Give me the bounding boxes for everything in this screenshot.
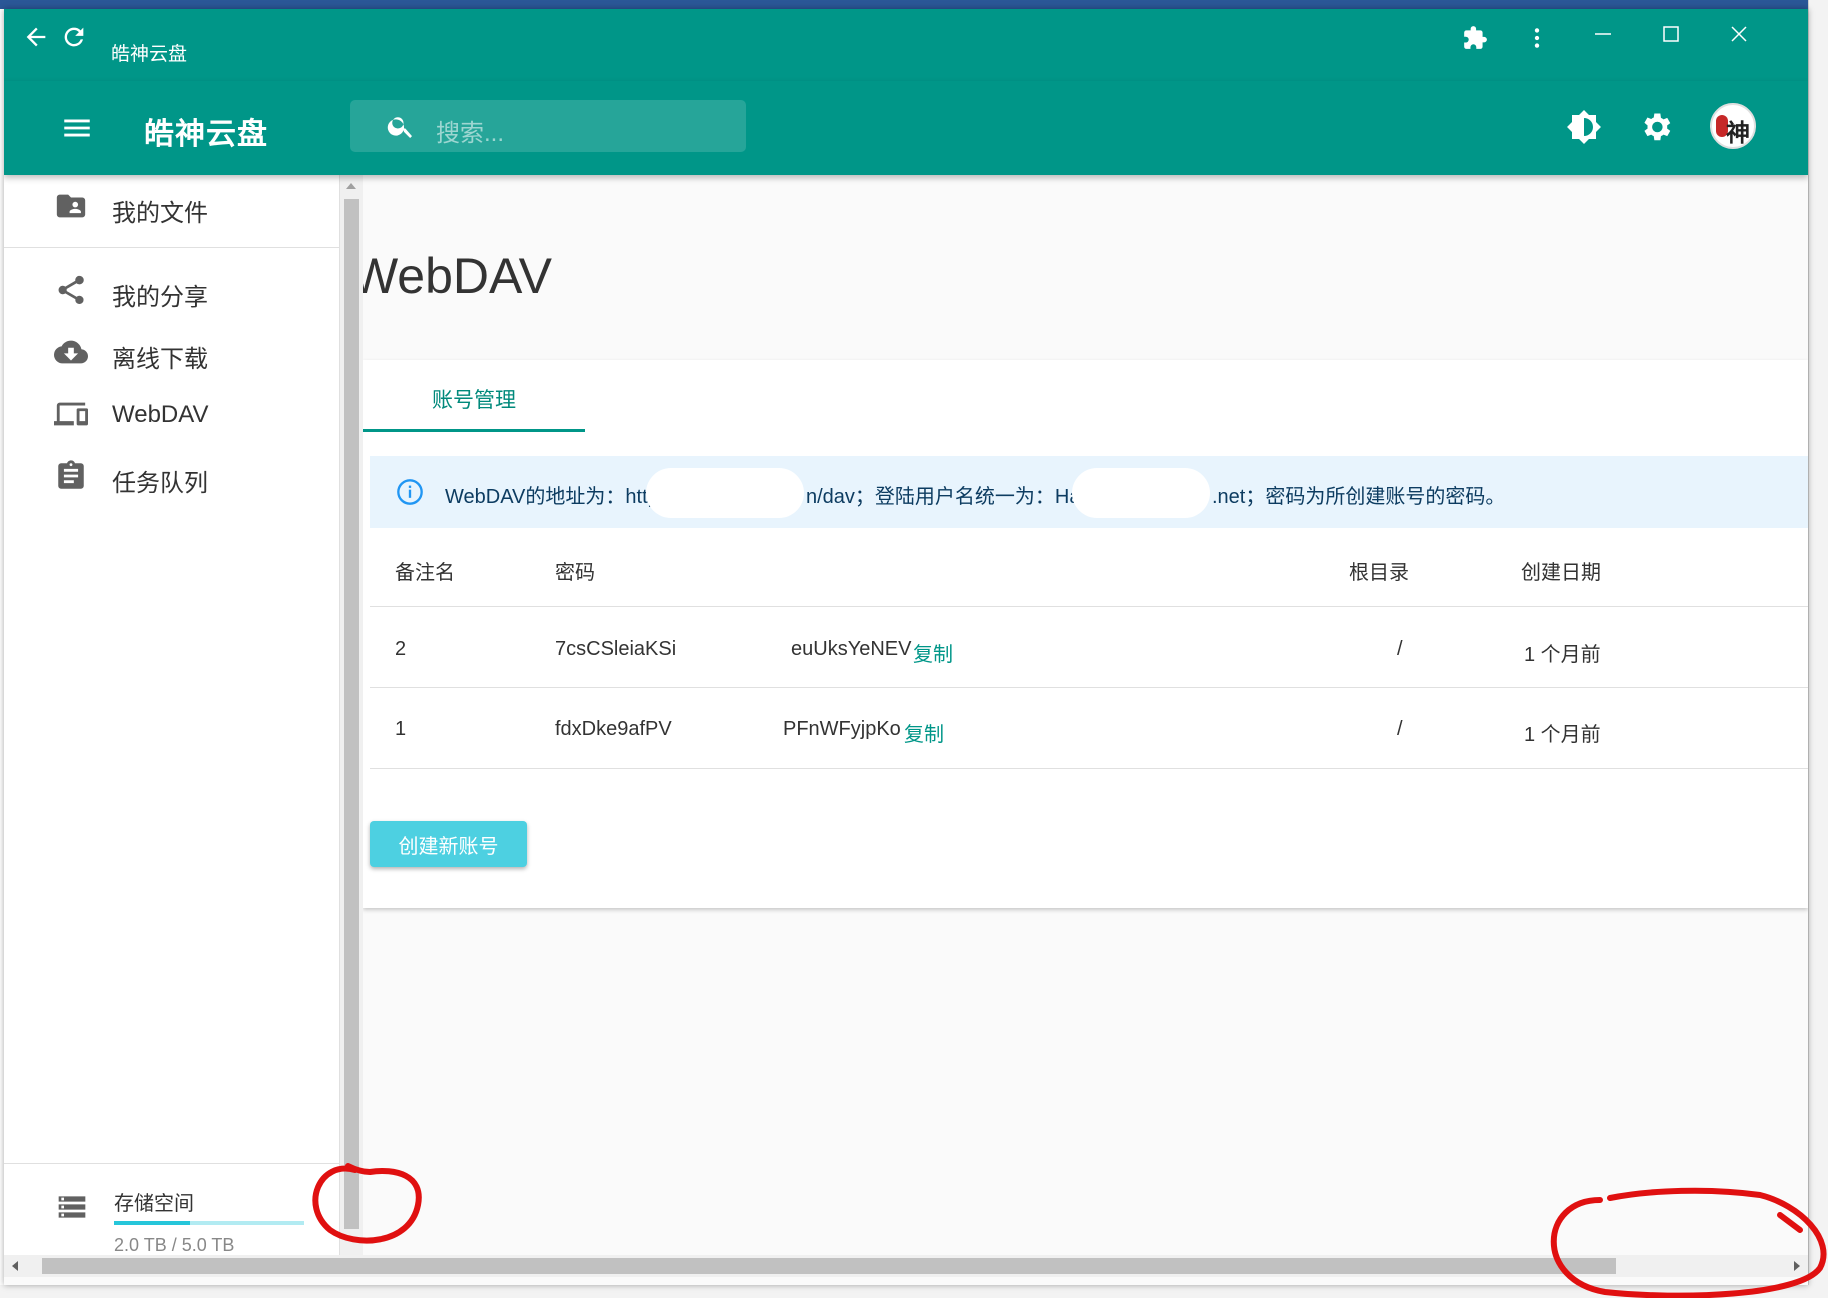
info-text-part3: .net；密码为所创建账号的密码。 xyxy=(1212,486,1506,508)
app-bar: 皓神云盘 搜索... 神 xyxy=(4,81,1808,175)
redaction-mark xyxy=(1072,468,1210,518)
table-divider xyxy=(370,606,1808,607)
sidebar-item-label: 离线下载 xyxy=(112,346,208,373)
table-cell-name: 2 xyxy=(395,638,407,660)
background-window-bottom xyxy=(0,1285,1828,1298)
sidebar-item-my-shares[interactable]: 我的分享 xyxy=(4,259,340,321)
settings-icon[interactable] xyxy=(1638,109,1674,145)
close-icon[interactable] xyxy=(1728,23,1750,45)
brightness-icon[interactable] xyxy=(1566,109,1602,145)
table-cell-name: 1 xyxy=(395,718,407,740)
refresh-icon[interactable] xyxy=(60,23,88,51)
table-cell-root: / xyxy=(1397,638,1403,660)
table-divider xyxy=(370,768,1808,769)
background-window xyxy=(1808,0,1828,1298)
table-cell-password-right: PFnWFyjpKo xyxy=(783,718,901,740)
table-header-name: 备注名 xyxy=(395,562,455,584)
horizontal-scrollbar[interactable] xyxy=(4,1255,1808,1277)
scrollbar-thumb[interactable] xyxy=(344,199,359,1229)
sidebar-item-label: WebDAV xyxy=(112,401,209,428)
window-title: 皓神云盘 xyxy=(111,44,188,65)
sidebar-item-label: 任务队列 xyxy=(112,470,208,497)
storage-icon xyxy=(56,1191,88,1223)
menu-icon[interactable] xyxy=(60,111,94,145)
table-cell-password-left: 7csCSleiaKSi xyxy=(555,638,677,660)
search-icon xyxy=(386,111,416,141)
info-icon xyxy=(396,478,424,506)
cloud-download-icon xyxy=(54,335,88,369)
table-cell-created: 1 个月前 xyxy=(1524,724,1601,746)
redaction-mark xyxy=(677,630,789,668)
storage-progress-fill xyxy=(114,1221,190,1225)
sidebar-item-offline-download[interactable]: 离线下载 xyxy=(4,321,340,383)
scroll-right-arrow[interactable] xyxy=(1794,1261,1800,1271)
storage-label: 存储空间 xyxy=(114,1193,194,1215)
search-placeholder: 搜索... xyxy=(436,120,505,147)
table-cell-created: 1 个月前 xyxy=(1524,644,1601,666)
avatar[interactable]: 神 xyxy=(1710,103,1756,149)
minimize-icon[interactable] xyxy=(1592,23,1614,45)
info-text-part2: n/dav；登陆用户名统一为：HaoS xyxy=(806,486,1105,508)
page-title: WebDAV xyxy=(363,248,553,304)
sidebar-item-label: 我的文件 xyxy=(112,200,208,227)
scroll-up-arrow[interactable] xyxy=(346,183,356,189)
sidebar-item-label: 我的分享 xyxy=(112,284,208,311)
table-cell-root: / xyxy=(1397,718,1403,740)
extension-icon[interactable] xyxy=(1462,25,1488,51)
assignment-icon xyxy=(54,459,88,493)
table-header-root: 根目录 xyxy=(1349,562,1409,584)
table-header-password: 密码 xyxy=(555,562,595,584)
app-title[interactable]: 皓神云盘 xyxy=(144,109,268,153)
background-window-edge xyxy=(0,0,1828,9)
tab-label: 账号管理 xyxy=(432,389,516,412)
folder-shared-icon xyxy=(54,189,88,223)
sidebar-scrollbar[interactable] xyxy=(340,175,363,1255)
table-header-created: 创建日期 xyxy=(1521,562,1601,584)
info-alert: WebDAV的地址为：https:/ n/dav；登陆用户名统一为：HaoS .… xyxy=(370,456,1808,528)
webdav-card: 账号管理 WebDAV的地址为：https:/ n/dav；登陆用户名统一为：H… xyxy=(363,360,1808,908)
sidebar-item-task-queue[interactable]: 任务队列 xyxy=(4,445,340,507)
storage-panel[interactable]: 存储空间 2.0 TB / 5.0 TB xyxy=(4,1177,340,1267)
screen: { "titlebar": { "title": "皓神云盘", "icons"… xyxy=(0,0,1828,1298)
title-bar: 皓神云盘 xyxy=(4,9,1808,81)
redaction-mark xyxy=(646,468,804,518)
copy-password-link[interactable]: 复制 xyxy=(904,718,944,747)
app-window: 皓神云盘 皓神云盘 搜索... 神 我的文件 我的分享 离线下载 WebDAV … xyxy=(4,9,1808,1285)
share-icon xyxy=(54,273,88,307)
scrollbar-thumb[interactable] xyxy=(42,1258,1616,1274)
avatar-glyph: 神 xyxy=(1726,118,1750,147)
table-cell-password-right: euUksYeNEV xyxy=(791,638,912,660)
main-content: WebDAV 账号管理 WebDAV的地址为：https:/ n/dav；登陆用… xyxy=(363,175,1808,1255)
sidebar-divider xyxy=(4,1163,340,1164)
copy-password-link[interactable]: 复制 xyxy=(913,638,953,667)
tab-account-management[interactable]: 账号管理 xyxy=(363,360,585,432)
more-vert-icon[interactable] xyxy=(1524,25,1550,51)
back-arrow-icon[interactable] xyxy=(22,23,50,51)
tab-indicator xyxy=(363,429,585,432)
table-divider xyxy=(370,687,1808,688)
maximize-icon[interactable] xyxy=(1660,23,1682,45)
sidebar-divider xyxy=(4,247,340,248)
devices-icon xyxy=(54,397,88,431)
sidebar-item-webdav[interactable]: WebDAV xyxy=(4,383,340,445)
table-cell-password-left: fdxDke9afPV xyxy=(555,718,672,740)
sidebar-item-my-files[interactable]: 我的文件 xyxy=(4,175,340,237)
sidebar: 我的文件 我的分享 离线下载 WebDAV 任务队列 存储空间 2.0 TB /… xyxy=(4,175,340,1255)
create-account-button[interactable]: 创建新账号 xyxy=(370,821,527,867)
storage-progress-bar xyxy=(114,1221,304,1225)
search-box[interactable]: 搜索... xyxy=(350,100,746,152)
scroll-left-arrow[interactable] xyxy=(12,1261,18,1271)
info-text-part1: WebDAV的地址为：https:/ xyxy=(445,486,680,508)
storage-value: 2.0 TB / 5.0 TB xyxy=(114,1235,235,1255)
